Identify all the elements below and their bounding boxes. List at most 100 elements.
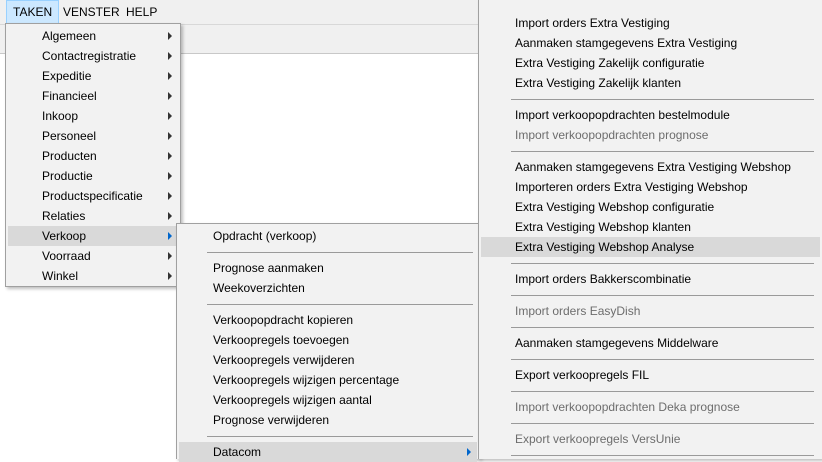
menu-item-extra-vestiging-zakelijk-configuratie[interactable]: Extra Vestiging Zakelijk configuratie — [481, 53, 820, 73]
menu-item-aanmaken-stamgegevens-middelware[interactable]: Aanmaken stamgegevens Middelware — [481, 333, 820, 353]
menu-item-voorraad[interactable]: Voorraad — [8, 246, 178, 266]
menu-item-financieel[interactable]: Financieel — [8, 86, 178, 106]
menu-item-label: Import verkoopopdrachten bestelmodule — [515, 108, 730, 122]
menu-item-contactregistratie[interactable]: Contactregistratie — [8, 46, 178, 66]
menu-item-verkoopregels-wijzigen-aantal[interactable]: Verkoopregels wijzigen aantal — [179, 390, 477, 410]
menu-separator — [511, 99, 814, 100]
menu-item-verkoopopdracht-kopieren[interactable]: Verkoopopdracht kopieren — [179, 310, 477, 330]
menu-item-weekoverzichten[interactable]: Weekoverzichten — [179, 278, 477, 298]
menu-item-label: Verkoop — [42, 229, 87, 243]
menu-item-personeel[interactable]: Personeel — [8, 126, 178, 146]
menu-item-label: Datacom — [213, 445, 262, 459]
menu-item-label: Export verkoopregels FIL — [515, 368, 650, 382]
menu-venster-label: VENSTER — [63, 5, 120, 19]
submenu-arrow-icon — [168, 192, 172, 200]
menu-item-label: Productspecificatie — [42, 189, 143, 203]
menu-item-extra-vestiging-webshop-analyse[interactable]: Extra Vestiging Webshop Analyse — [481, 237, 820, 257]
menu-item-label: Opdracht (verkoop) — [213, 229, 317, 243]
menu-separator — [511, 295, 814, 296]
submenu-arrow-icon — [168, 112, 172, 120]
menu-item-label: Aanmaken stamgegevens Middelware — [515, 336, 719, 350]
menu-item-verkoopregels-wijzigen-percentage[interactable]: Verkoopregels wijzigen percentage — [179, 370, 477, 390]
menu-item-import-orders-extra-vestiging[interactable]: Import orders Extra Vestiging — [481, 13, 820, 33]
datacom-submenu: Import orders Extra Vestiging Aanmaken s… — [478, 0, 822, 459]
menu-item-extra-vestiging-webshop-klanten[interactable]: Extra Vestiging Webshop klanten — [481, 217, 820, 237]
menu-item-datacom[interactable]: Datacom — [179, 442, 477, 462]
menu-item-extra-vestiging-zakelijk-klanten[interactable]: Extra Vestiging Zakelijk klanten — [481, 73, 820, 93]
menu-item-export-verkoopregels-versunie: Export verkoopregels VersUnie — [481, 429, 820, 449]
submenu-arrow-icon — [168, 232, 172, 240]
menu-item-label: Prognose aanmaken — [213, 261, 324, 275]
menu-item-label: Import orders Extra Vestiging — [515, 16, 670, 30]
menu-item-label: Import orders Bakkerscombinatie — [515, 272, 692, 286]
submenu-arrow-icon — [168, 32, 172, 40]
menu-item-label: Prognose verwijderen — [213, 413, 330, 427]
menu-item-label: Contactregistratie — [42, 49, 137, 63]
menu-item-label: Verkoopregels verwijderen — [213, 353, 355, 367]
menu-item-label: Relaties — [42, 209, 86, 223]
menu-item-label: Import verkoopopdrachten Deka prognose — [515, 400, 740, 414]
menu-item-verkoop[interactable]: Verkoop — [8, 226, 178, 246]
menu-item-algemeen[interactable]: Algemeen — [8, 26, 178, 46]
submenu-arrow-icon — [168, 252, 172, 260]
menu-item-label: Verkoopregels wijzigen aantal — [213, 393, 372, 407]
menu-item-label: Personeel — [42, 129, 97, 143]
menu-item-extra-vestiging-webshop-configuratie[interactable]: Extra Vestiging Webshop configuratie — [481, 197, 820, 217]
menu-item-label: Extra Vestiging Zakelijk configuratie — [515, 56, 705, 70]
menu-taken[interactable]: TAKEN — [6, 0, 60, 24]
menu-item-aanmaken-stamgegevens-extra-vestiging-webshop[interactable]: Aanmaken stamgegevens Extra Vestiging We… — [481, 157, 820, 177]
menu-item-import-orders-bakkerscombinatie[interactable]: Import orders Bakkerscombinatie — [481, 269, 820, 289]
menu-item-import-verkoopopdrachten-bestelmodule[interactable]: Import verkoopopdrachten bestelmodule — [481, 105, 820, 125]
taken-dropdown: Algemeen Contactregistratie Expeditie Fi… — [5, 23, 181, 287]
menu-venster[interactable]: VENSTER — [57, 0, 126, 24]
menu-item-productspecificatie[interactable]: Productspecificatie — [8, 186, 178, 206]
menu-taken-label: TAKEN — [13, 5, 53, 19]
menu-item-prognose-aanmaken[interactable]: Prognose aanmaken — [179, 258, 477, 278]
menu-separator — [207, 436, 473, 437]
menu-item-label: Import orders EasyDish — [515, 304, 641, 318]
menu-help-label: HELP — [126, 5, 158, 19]
menu-item-label: Verkoopregels toevoegen — [213, 333, 350, 347]
menu-item-label: Financieel — [42, 89, 97, 103]
menu-item-label: Extra Vestiging Webshop configuratie — [515, 200, 715, 214]
menu-item-import-verkoopopdrachten-prognose: Import verkoopopdrachten prognose — [481, 125, 820, 145]
menu-help[interactable]: HELP — [120, 0, 163, 24]
menu-item-opdracht-verkoop[interactable]: Opdracht (verkoop) — [179, 226, 477, 246]
menu-item-label: Productie — [42, 169, 93, 183]
menu-item-importeren-orders-extra-vestiging-webshop[interactable]: Importeren orders Extra Vestiging Websho… — [481, 177, 820, 197]
menu-item-import-orders-easydish: Import orders EasyDish — [481, 301, 820, 321]
menu-item-verkoopregels-verwijderen[interactable]: Verkoopregels verwijderen — [179, 350, 477, 370]
submenu-arrow-icon — [168, 212, 172, 220]
menu-item-relaties[interactable]: Relaties — [8, 206, 178, 226]
menu-item-aanmaken-stamgegevens-extra-vestiging[interactable]: Aanmaken stamgegevens Extra Vestiging — [481, 33, 820, 53]
menu-item-label: Extra Vestiging Webshop klanten — [515, 220, 691, 234]
menu-item-label: Producten — [42, 149, 97, 163]
menu-item-label: Export verkoopregels VersUnie — [515, 432, 681, 446]
menu-item-label: Algemeen — [42, 29, 97, 43]
menu-item-label: Importeren orders Extra Vestiging Websho… — [515, 180, 748, 194]
submenu-arrow-icon — [168, 172, 172, 180]
menu-separator — [511, 151, 814, 152]
submenu-arrow-icon — [168, 92, 172, 100]
menu-item-label: Extra Vestiging Zakelijk klanten — [515, 76, 682, 90]
menu-item-import-verkoopopdrachten-deka-prognose: Import verkoopopdrachten Deka prognose — [481, 397, 820, 417]
menu-item-label: Expeditie — [42, 69, 92, 83]
submenu-arrow-icon — [168, 52, 172, 60]
menu-item-label: Weekoverzichten — [213, 281, 305, 295]
menu-item-expeditie[interactable]: Expeditie — [8, 66, 178, 86]
menu-item-label: Aanmaken stamgegevens Extra Vestiging We… — [515, 160, 791, 174]
menu-item-label: Extra Vestiging Webshop Analyse — [515, 240, 695, 254]
menu-separator — [511, 455, 814, 456]
menu-separator — [511, 263, 814, 264]
menu-item-export-verkoopregels-fil[interactable]: Export verkoopregels FIL — [481, 365, 820, 385]
submenu-arrow-icon — [168, 152, 172, 160]
menu-separator — [207, 252, 473, 253]
menu-item-productie[interactable]: Productie — [8, 166, 178, 186]
menu-item-verkoopregels-toevoegen[interactable]: Verkoopregels toevoegen — [179, 330, 477, 350]
menu-item-winkel[interactable]: Winkel — [8, 266, 178, 286]
menu-item-label: Verkoopopdracht kopieren — [213, 313, 354, 327]
menu-item-prognose-verwijderen[interactable]: Prognose verwijderen — [179, 410, 477, 430]
menu-separator — [511, 391, 814, 392]
menu-item-producten[interactable]: Producten — [8, 146, 178, 166]
menu-item-inkoop[interactable]: Inkoop — [8, 106, 178, 126]
